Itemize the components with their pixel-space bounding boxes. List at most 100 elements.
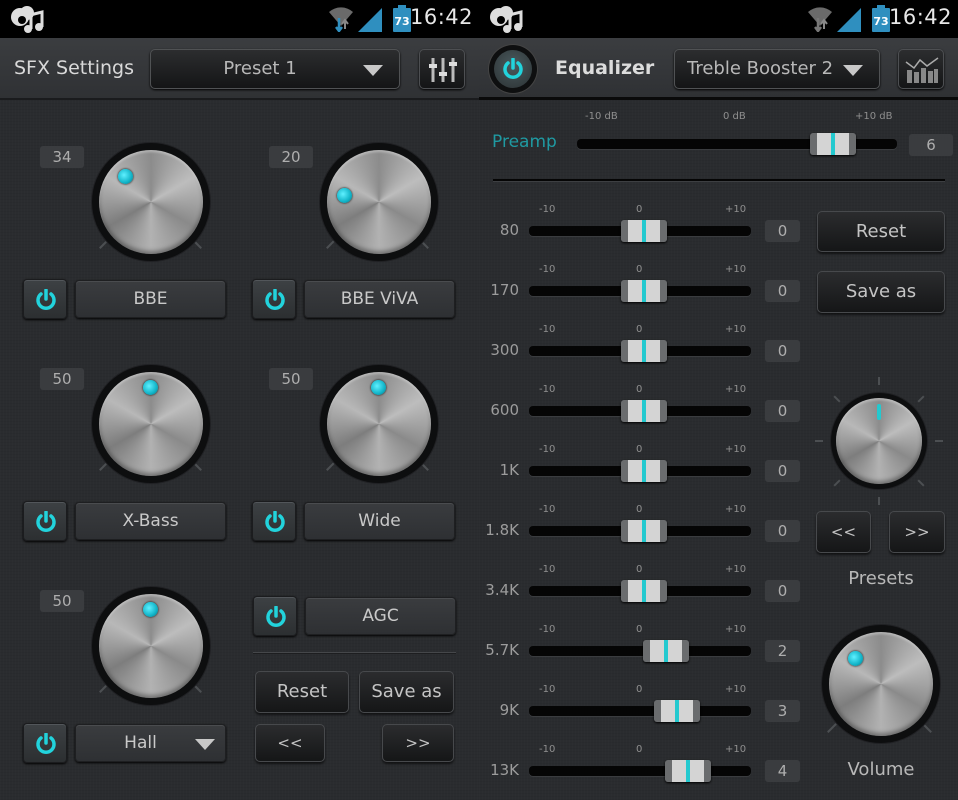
eq-graph-button[interactable] (898, 49, 944, 89)
band-frequency-label: 300 (490, 341, 519, 359)
wide-knob[interactable] (320, 365, 438, 483)
band-value: 0 (765, 520, 800, 542)
band-slider[interactable] (529, 280, 751, 302)
equalizer-screen: 73 16:42 Equalizer Treble Booster 2 -10 … (479, 0, 958, 800)
band-slider[interactable] (529, 700, 751, 722)
eq-prev-preset-button[interactable]: << (816, 511, 871, 553)
band-frequency-label: 3.4K (485, 581, 519, 599)
eq-next-preset-button[interactable]: >> (889, 511, 945, 553)
eq-power-button[interactable] (489, 45, 537, 93)
band-slider[interactable] (529, 460, 751, 482)
band-frequency-label: 13K (490, 761, 519, 779)
presets-knob[interactable] (831, 393, 927, 489)
band-scale-min: -10 (539, 564, 556, 575)
preamp-slider-thumb[interactable] (810, 133, 856, 155)
band-value: 0 (765, 280, 800, 302)
bbe-knob[interactable] (92, 143, 210, 261)
band-scale-min: -10 (539, 624, 556, 635)
x-bass-value: 50 (40, 368, 84, 390)
band-slider-thumb[interactable] (654, 700, 700, 722)
band-scale-min: -10 (539, 324, 556, 335)
power-icon (265, 511, 285, 532)
band-slider[interactable] (529, 400, 751, 422)
signal-icon (358, 8, 382, 32)
band-value: 4 (765, 760, 800, 782)
band-slider-thumb[interactable] (621, 340, 667, 362)
hall-knob[interactable] (92, 587, 210, 705)
band-slider[interactable] (529, 580, 751, 602)
band-slider[interactable] (529, 340, 751, 362)
band-scale-min: -10 (539, 504, 556, 515)
bbe-button[interactable]: BBE (75, 280, 226, 318)
band-slider-thumb[interactable] (665, 760, 711, 782)
band-slider-thumb[interactable] (621, 280, 667, 302)
agc-power-toggle[interactable] (253, 596, 297, 636)
sfx-title-bar: SFX Settings Preset 1 (0, 38, 479, 100)
band-slider-thumb[interactable] (621, 460, 667, 482)
band-slider[interactable] (529, 640, 751, 662)
power-icon (36, 289, 56, 310)
band-value: 0 (765, 400, 800, 422)
band-scale-min: -10 (539, 684, 556, 695)
x-bass-power-toggle[interactable] (23, 501, 67, 541)
power-icon (36, 733, 56, 754)
eq-save-as-button[interactable]: Save as (817, 271, 945, 313)
sfx-reset-button[interactable]: Reset (255, 671, 349, 713)
band-frequency-label: 9K (499, 701, 519, 719)
preamp-slider[interactable] (577, 133, 897, 155)
mixer-button[interactable] (419, 49, 465, 89)
x-bass-button[interactable]: X-Bass (75, 502, 226, 540)
eq-graph-icon (905, 57, 939, 83)
band-slider-thumb[interactable] (621, 400, 667, 422)
bbe-viva-value: 20 (269, 146, 313, 168)
x-bass-knob[interactable] (92, 365, 210, 483)
hall-power-toggle[interactable] (23, 723, 67, 763)
page-title: Equalizer (555, 57, 655, 79)
band-scale-min: -10 (539, 384, 556, 395)
wide-power-toggle[interactable] (252, 501, 296, 541)
status-time: 16:42 (409, 5, 473, 29)
bbe-viva-power-toggle[interactable] (252, 279, 296, 319)
divider (493, 179, 945, 182)
band-slider[interactable] (529, 760, 751, 782)
hall-dropdown[interactable]: Hall (75, 724, 226, 762)
sfx-preset-value: Preset 1 (223, 58, 297, 79)
band-scale-max: +10 (725, 384, 747, 395)
volume-label: Volume (847, 759, 915, 780)
sfx-prev-button[interactable]: << (255, 724, 325, 762)
band-slider[interactable] (529, 220, 751, 242)
hall-value: 50 (40, 590, 84, 612)
wide-button[interactable]: Wide (304, 502, 455, 540)
band-slider-thumb[interactable] (621, 580, 667, 602)
band-slider-thumb[interactable] (621, 220, 667, 242)
volume-knob[interactable] (822, 625, 940, 743)
agc-button[interactable]: AGC (305, 597, 456, 635)
sfx-next-button[interactable]: >> (382, 724, 454, 762)
band-scale-max: +10 (725, 444, 747, 455)
eq-title-bar: Equalizer Treble Booster 2 (479, 38, 958, 100)
band-slider-thumb[interactable] (621, 520, 667, 542)
sfx-preset-dropdown[interactable]: Preset 1 (150, 49, 400, 89)
eq-preset-dropdown[interactable]: Treble Booster 2 (674, 49, 880, 89)
knob-tick (917, 479, 925, 487)
knob-indicator (848, 651, 863, 666)
battery-icon: 73 (393, 5, 411, 32)
knob-indicator (371, 380, 386, 395)
bbe-viva-button[interactable]: BBE ViVA (304, 280, 455, 318)
band-scale-min: -10 (539, 204, 556, 215)
app-logo-icon (11, 6, 44, 33)
power-icon (36, 511, 56, 532)
band-slider[interactable] (529, 520, 751, 542)
bbe-viva-knob[interactable] (320, 143, 438, 261)
band-frequency-label: 5.7K (485, 641, 519, 659)
band-frequency-label: 1.8K (485, 521, 519, 539)
band-scale-mid: 0 (636, 384, 643, 395)
battery-icon: 73 (872, 5, 890, 32)
band-frequency-label: 80 (499, 221, 519, 239)
bbe-power-toggle[interactable] (23, 279, 67, 319)
eq-preset-value: Treble Booster 2 (687, 58, 834, 79)
band-slider-thumb[interactable] (643, 640, 689, 662)
knob-tick (827, 723, 837, 733)
sfx-save-as-button[interactable]: Save as (359, 671, 454, 713)
eq-reset-button[interactable]: Reset (817, 211, 945, 252)
